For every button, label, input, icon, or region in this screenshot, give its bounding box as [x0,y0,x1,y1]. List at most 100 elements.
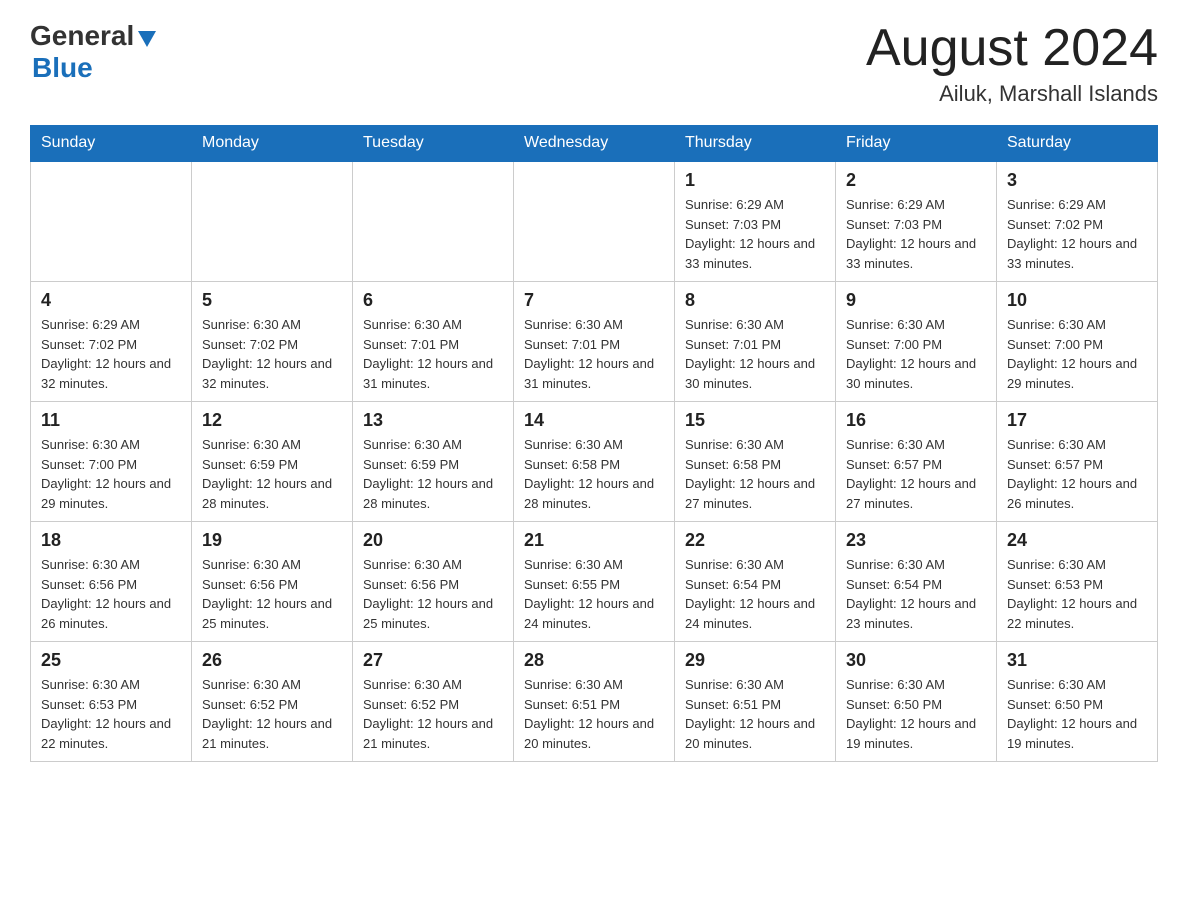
day-number: 22 [685,530,825,551]
calendar-cell: 11 Sunrise: 6:30 AMSunset: 7:00 PMDayligh… [31,402,192,522]
day-info: Sunrise: 6:29 AMSunset: 7:02 PMDaylight:… [41,315,181,393]
calendar-cell: 14 Sunrise: 6:30 AMSunset: 6:58 PMDayligh… [514,402,675,522]
day-info: Sunrise: 6:30 AMSunset: 7:01 PMDaylight:… [524,315,664,393]
day-number: 5 [202,290,342,311]
calendar-cell: 24 Sunrise: 6:30 AMSunset: 6:53 PMDayligh… [997,522,1158,642]
calendar-cell: 23 Sunrise: 6:30 AMSunset: 6:54 PMDayligh… [836,522,997,642]
day-info: Sunrise: 6:29 AMSunset: 7:03 PMDaylight:… [846,195,986,273]
calendar-table: SundayMondayTuesdayWednesdayThursdayFrid… [30,125,1158,762]
calendar-week-row: 1 Sunrise: 6:29 AMSunset: 7:03 PMDaylight… [31,161,1158,282]
day-number: 23 [846,530,986,551]
day-info: Sunrise: 6:30 AMSunset: 7:00 PMDaylight:… [1007,315,1147,393]
day-info: Sunrise: 6:30 AMSunset: 6:59 PMDaylight:… [202,435,342,513]
calendar-cell: 15Sunrise: 6:30 AMSunset: 6:58 PMDayligh… [675,402,836,522]
col-header-sunday: Sunday [31,126,192,162]
calendar-week-row: 4Sunrise: 6:29 AMSunset: 7:02 PMDaylight… [31,282,1158,402]
day-info: Sunrise: 6:30 AMSunset: 7:00 PMDaylight:… [41,435,181,513]
calendar-cell: 27Sunrise: 6:30 AMSunset: 6:52 PMDayligh… [353,642,514,762]
calendar-cell: 16Sunrise: 6:30 AMSunset: 6:57 PMDayligh… [836,402,997,522]
day-number: 24 [1007,530,1147,551]
day-number: 31 [1007,650,1147,671]
day-number: 20 [363,530,503,551]
day-info: Sunrise: 6:30 AMSunset: 6:51 PMDaylight:… [685,675,825,753]
day-info: Sunrise: 6:30 AMSunset: 7:00 PMDaylight:… [846,315,986,393]
calendar-cell: 31 Sunrise: 6:30 AMSunset: 6:50 PMDayligh… [997,642,1158,762]
day-number: 15 [685,410,825,431]
day-number: 27 [363,650,503,671]
calendar-cell: 5 Sunrise: 6:30 AMSunset: 7:02 PMDaylight… [192,282,353,402]
day-number: 19 [202,530,342,551]
day-number: 26 [202,650,342,671]
col-header-tuesday: Tuesday [353,126,514,162]
day-info: Sunrise: 6:30 AMSunset: 6:54 PMDaylight:… [846,555,986,633]
day-info: Sunrise: 6:30 AMSunset: 6:57 PMDaylight:… [1007,435,1147,513]
day-info: Sunrise: 6:30 AMSunset: 6:52 PMDaylight:… [202,675,342,753]
calendar-cell: 4Sunrise: 6:29 AMSunset: 7:02 PMDaylight… [31,282,192,402]
day-number: 12 [202,410,342,431]
day-number: 6 [363,290,503,311]
calendar-cell [192,161,353,282]
day-number: 17 [1007,410,1147,431]
calendar-cell: 1 Sunrise: 6:29 AMSunset: 7:03 PMDaylight… [675,161,836,282]
day-number: 1 [685,170,825,191]
page-header: General Blue August 2024 Ailuk, Marshall… [30,20,1158,107]
calendar-week-row: 25 Sunrise: 6:30 AMSunset: 6:53 PMDayligh… [31,642,1158,762]
calendar-cell: 10Sunrise: 6:30 AMSunset: 7:00 PMDayligh… [997,282,1158,402]
calendar-cell: 8Sunrise: 6:30 AMSunset: 7:01 PMDaylight… [675,282,836,402]
day-info: Sunrise: 6:30 AMSunset: 7:01 PMDaylight:… [363,315,503,393]
logo-triangle-icon [136,27,158,49]
calendar-cell: 9 Sunrise: 6:30 AMSunset: 7:00 PMDaylight… [836,282,997,402]
day-info: Sunrise: 6:30 AMSunset: 6:56 PMDaylight:… [202,555,342,633]
day-info: Sunrise: 6:30 AMSunset: 7:02 PMDaylight:… [202,315,342,393]
day-info: Sunrise: 6:30 AMSunset: 6:50 PMDaylight:… [1007,675,1147,753]
calendar-cell: 19 Sunrise: 6:30 AMSunset: 6:56 PMDayligh… [192,522,353,642]
day-number: 11 [41,410,181,431]
logo: General Blue [30,20,158,84]
calendar-title: August 2024 [866,20,1158,77]
day-number: 29 [685,650,825,671]
day-number: 3 [1007,170,1147,191]
day-info: Sunrise: 6:30 AMSunset: 6:57 PMDaylight:… [846,435,986,513]
day-info: Sunrise: 6:30 AMSunset: 6:56 PMDaylight:… [363,555,503,633]
calendar-cell: 12 Sunrise: 6:30 AMSunset: 6:59 PMDayligh… [192,402,353,522]
calendar-cell: 26 Sunrise: 6:30 AMSunset: 6:52 PMDayligh… [192,642,353,762]
day-number: 8 [685,290,825,311]
day-number: 14 [524,410,664,431]
day-info: Sunrise: 6:30 AMSunset: 6:56 PMDaylight:… [41,555,181,633]
calendar-cell: 30 Sunrise: 6:30 AMSunset: 6:50 PMDayligh… [836,642,997,762]
day-number: 25 [41,650,181,671]
day-info: Sunrise: 6:30 AMSunset: 6:53 PMDaylight:… [1007,555,1147,633]
day-info: Sunrise: 6:30 AMSunset: 6:53 PMDaylight:… [41,675,181,753]
logo-general-text: General [30,20,134,52]
col-header-friday: Friday [836,126,997,162]
day-number: 9 [846,290,986,311]
day-number: 28 [524,650,664,671]
col-header-wednesday: Wednesday [514,126,675,162]
col-header-saturday: Saturday [997,126,1158,162]
day-number: 7 [524,290,664,311]
calendar-cell: 13Sunrise: 6:30 AMSunset: 6:59 PMDayligh… [353,402,514,522]
calendar-cell: 18 Sunrise: 6:30 AMSunset: 6:56 PMDayligh… [31,522,192,642]
title-block: August 2024 Ailuk, Marshall Islands [866,20,1158,107]
calendar-cell [31,161,192,282]
calendar-cell: 25 Sunrise: 6:30 AMSunset: 6:53 PMDayligh… [31,642,192,762]
calendar-cell: 28Sunrise: 6:30 AMSunset: 6:51 PMDayligh… [514,642,675,762]
calendar-cell: 29 Sunrise: 6:30 AMSunset: 6:51 PMDayligh… [675,642,836,762]
day-number: 30 [846,650,986,671]
day-number: 18 [41,530,181,551]
calendar-cell: 2Sunrise: 6:29 AMSunset: 7:03 PMDaylight… [836,161,997,282]
logo-blue-text: Blue [32,52,93,83]
day-info: Sunrise: 6:30 AMSunset: 6:55 PMDaylight:… [524,555,664,633]
day-info: Sunrise: 6:30 AMSunset: 6:58 PMDaylight:… [524,435,664,513]
day-info: Sunrise: 6:30 AMSunset: 6:50 PMDaylight:… [846,675,986,753]
day-number: 21 [524,530,664,551]
day-info: Sunrise: 6:29 AMSunset: 7:03 PMDaylight:… [685,195,825,273]
col-header-monday: Monday [192,126,353,162]
calendar-cell: 17 Sunrise: 6:30 AMSunset: 6:57 PMDayligh… [997,402,1158,522]
calendar-subtitle: Ailuk, Marshall Islands [866,81,1158,107]
calendar-cell: 22Sunrise: 6:30 AMSunset: 6:54 PMDayligh… [675,522,836,642]
calendar-cell: 21 Sunrise: 6:30 AMSunset: 6:55 PMDayligh… [514,522,675,642]
calendar-cell: 7 Sunrise: 6:30 AMSunset: 7:01 PMDaylight… [514,282,675,402]
calendar-header-row: SundayMondayTuesdayWednesdayThursdayFrid… [31,126,1158,162]
day-number: 13 [363,410,503,431]
